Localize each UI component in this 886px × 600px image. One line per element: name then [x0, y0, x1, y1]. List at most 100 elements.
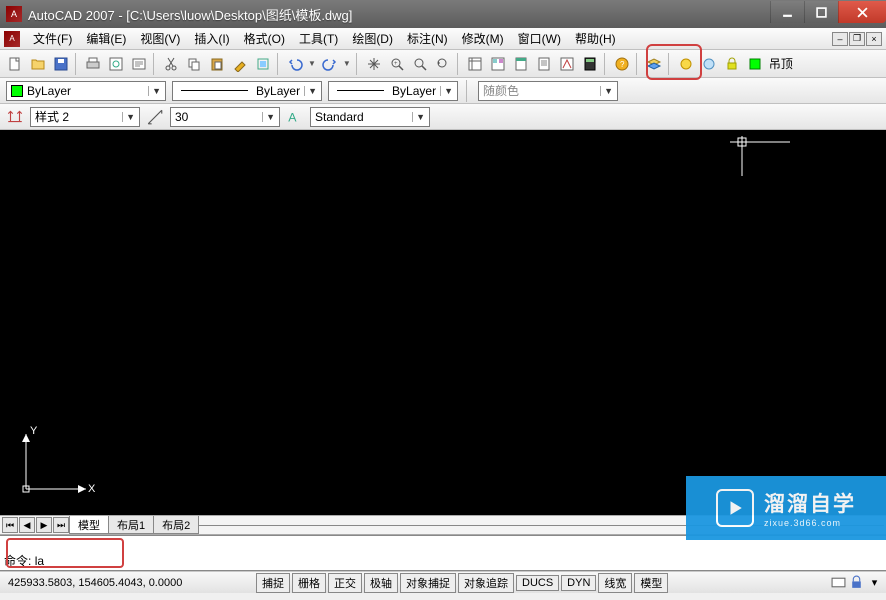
- chevron-down-icon: ▼: [148, 86, 161, 96]
- new-button[interactable]: [4, 53, 26, 75]
- tab-next-button[interactable]: ▶: [36, 517, 52, 533]
- paste-button[interactable]: [206, 53, 228, 75]
- layer-properties-button[interactable]: [643, 53, 665, 75]
- status-model[interactable]: 模型: [634, 573, 668, 593]
- menu-file[interactable]: 文件(F): [26, 28, 79, 49]
- play-icon: [716, 489, 754, 527]
- current-layer-label: 吊顶: [769, 55, 793, 72]
- tab-prev-button[interactable]: ◀: [19, 517, 35, 533]
- menu-format[interactable]: 格式(O): [237, 28, 292, 49]
- menu-draw[interactable]: 绘图(D): [345, 28, 400, 49]
- mdi-minimize-button[interactable]: –: [832, 32, 848, 46]
- status-grid[interactable]: 栅格: [292, 573, 326, 593]
- plotstyle-combo[interactable]: 随颜色 ▼: [478, 81, 618, 101]
- menu-view[interactable]: 视图(V): [133, 28, 187, 49]
- redo-dropdown[interactable]: ▼: [319, 53, 353, 75]
- zoom-window-button[interactable]: [409, 53, 431, 75]
- mdi-close-button[interactable]: ×: [866, 32, 882, 46]
- lock-icon[interactable]: [849, 575, 864, 590]
- comm-center-icon[interactable]: [831, 575, 846, 590]
- status-lwt[interactable]: 线宽: [598, 573, 632, 593]
- menu-window[interactable]: 窗口(W): [511, 28, 568, 49]
- zoom-realtime-button[interactable]: +: [386, 53, 408, 75]
- crosshair-cursor: [730, 136, 790, 181]
- layer-lock-icon[interactable]: [721, 53, 743, 75]
- lineweight-combo[interactable]: ByLayer ▼: [328, 81, 458, 101]
- status-ducs[interactable]: DUCS: [516, 575, 559, 591]
- document-icon: A: [4, 31, 20, 47]
- tab-last-button[interactable]: ⏭: [53, 517, 69, 533]
- title-bar: A AutoCAD 2007 - [C:\Users\luow\Desktop\…: [0, 0, 886, 28]
- color-swatch: [11, 85, 23, 97]
- status-otrack[interactable]: 对象追踪: [458, 573, 514, 593]
- color-combo[interactable]: ByLayer ▼: [6, 81, 166, 101]
- maximize-button[interactable]: [804, 1, 838, 23]
- help-button[interactable]: ?: [611, 53, 633, 75]
- plot-button[interactable]: [82, 53, 104, 75]
- chevron-down-icon: ▼: [262, 112, 275, 122]
- quickcalc-button[interactable]: [579, 53, 601, 75]
- status-ortho[interactable]: 正交: [328, 573, 362, 593]
- menu-help[interactable]: 帮助(H): [568, 28, 623, 49]
- menu-dimension[interactable]: 标注(N): [400, 28, 455, 49]
- close-button[interactable]: [838, 1, 886, 23]
- dimscale-combo[interactable]: 30 ▼: [170, 107, 280, 127]
- minimize-button[interactable]: [770, 1, 804, 23]
- color-label: ByLayer: [27, 84, 144, 98]
- watermark-url: zixue.3d66.com: [764, 518, 856, 528]
- svg-text:?: ?: [620, 60, 625, 69]
- dimstyle-combo[interactable]: 样式 2 ▼: [30, 107, 140, 127]
- dimstyle-label: 样式 2: [35, 108, 118, 125]
- block-editor-button[interactable]: [252, 53, 274, 75]
- tab-model[interactable]: 模型: [69, 516, 109, 534]
- zoom-previous-button[interactable]: [432, 53, 454, 75]
- layer-freeze-icon[interactable]: [698, 53, 720, 75]
- tray-arrow-icon[interactable]: ▾: [867, 575, 882, 590]
- cut-button[interactable]: [160, 53, 182, 75]
- status-dyn[interactable]: DYN: [561, 575, 596, 591]
- textstyle-label: Standard: [315, 110, 408, 124]
- match-properties-button[interactable]: [229, 53, 251, 75]
- undo-button[interactable]: [284, 53, 306, 75]
- undo-dropdown[interactable]: ▼: [284, 53, 318, 75]
- layer-toggle-icon[interactable]: [675, 53, 697, 75]
- plot-preview-button[interactable]: [105, 53, 127, 75]
- linetype-sample: [181, 90, 248, 91]
- status-osnap[interactable]: 对象捕捉: [400, 573, 456, 593]
- tab-layout1[interactable]: 布局1: [108, 516, 154, 534]
- status-polar[interactable]: 极轴: [364, 573, 398, 593]
- redo-button[interactable]: [319, 53, 341, 75]
- dimscale-label: 30: [175, 110, 258, 124]
- command-area[interactable]: 命令: la: [0, 535, 886, 571]
- menu-tools[interactable]: 工具(T): [292, 28, 345, 49]
- status-snap[interactable]: 捕捉: [256, 573, 290, 593]
- command-input[interactable]: la: [35, 554, 44, 568]
- status-tray: ▾: [831, 575, 882, 590]
- separator: [466, 80, 470, 102]
- mdi-restore-button[interactable]: ❐: [849, 32, 865, 46]
- sheet-set-button[interactable]: [533, 53, 555, 75]
- publish-button[interactable]: [128, 53, 150, 75]
- tab-layout2[interactable]: 布局2: [153, 516, 199, 534]
- coordinates-display: 425933.5803, 154605.4043, 0.0000: [4, 575, 254, 591]
- markup-button[interactable]: [556, 53, 578, 75]
- tab-first-button[interactable]: ⏮: [2, 517, 18, 533]
- open-button[interactable]: [27, 53, 49, 75]
- mdi-controls: – ❐ ×: [832, 32, 882, 46]
- menu-insert[interactable]: 插入(I): [187, 28, 236, 49]
- lineweight-sample: [337, 90, 384, 91]
- drawing-canvas[interactable]: X Y: [0, 130, 886, 515]
- pan-button[interactable]: [363, 53, 385, 75]
- separator: [457, 53, 461, 75]
- save-button[interactable]: [50, 53, 72, 75]
- design-center-button[interactable]: [487, 53, 509, 75]
- properties-toolbar: ByLayer ▼ ByLayer ▼ ByLayer ▼ 随颜色 ▼: [0, 78, 886, 104]
- menu-bar: A 文件(F) 编辑(E) 视图(V) 插入(I) 格式(O) 工具(T) 绘图…: [0, 28, 886, 50]
- menu-edit[interactable]: 编辑(E): [79, 28, 133, 49]
- linetype-combo[interactable]: ByLayer ▼: [172, 81, 322, 101]
- tool-palettes-button[interactable]: [510, 53, 532, 75]
- copy-button[interactable]: [183, 53, 205, 75]
- menu-modify[interactable]: 修改(M): [455, 28, 511, 49]
- textstyle-combo[interactable]: Standard ▼: [310, 107, 430, 127]
- properties-button[interactable]: [464, 53, 486, 75]
